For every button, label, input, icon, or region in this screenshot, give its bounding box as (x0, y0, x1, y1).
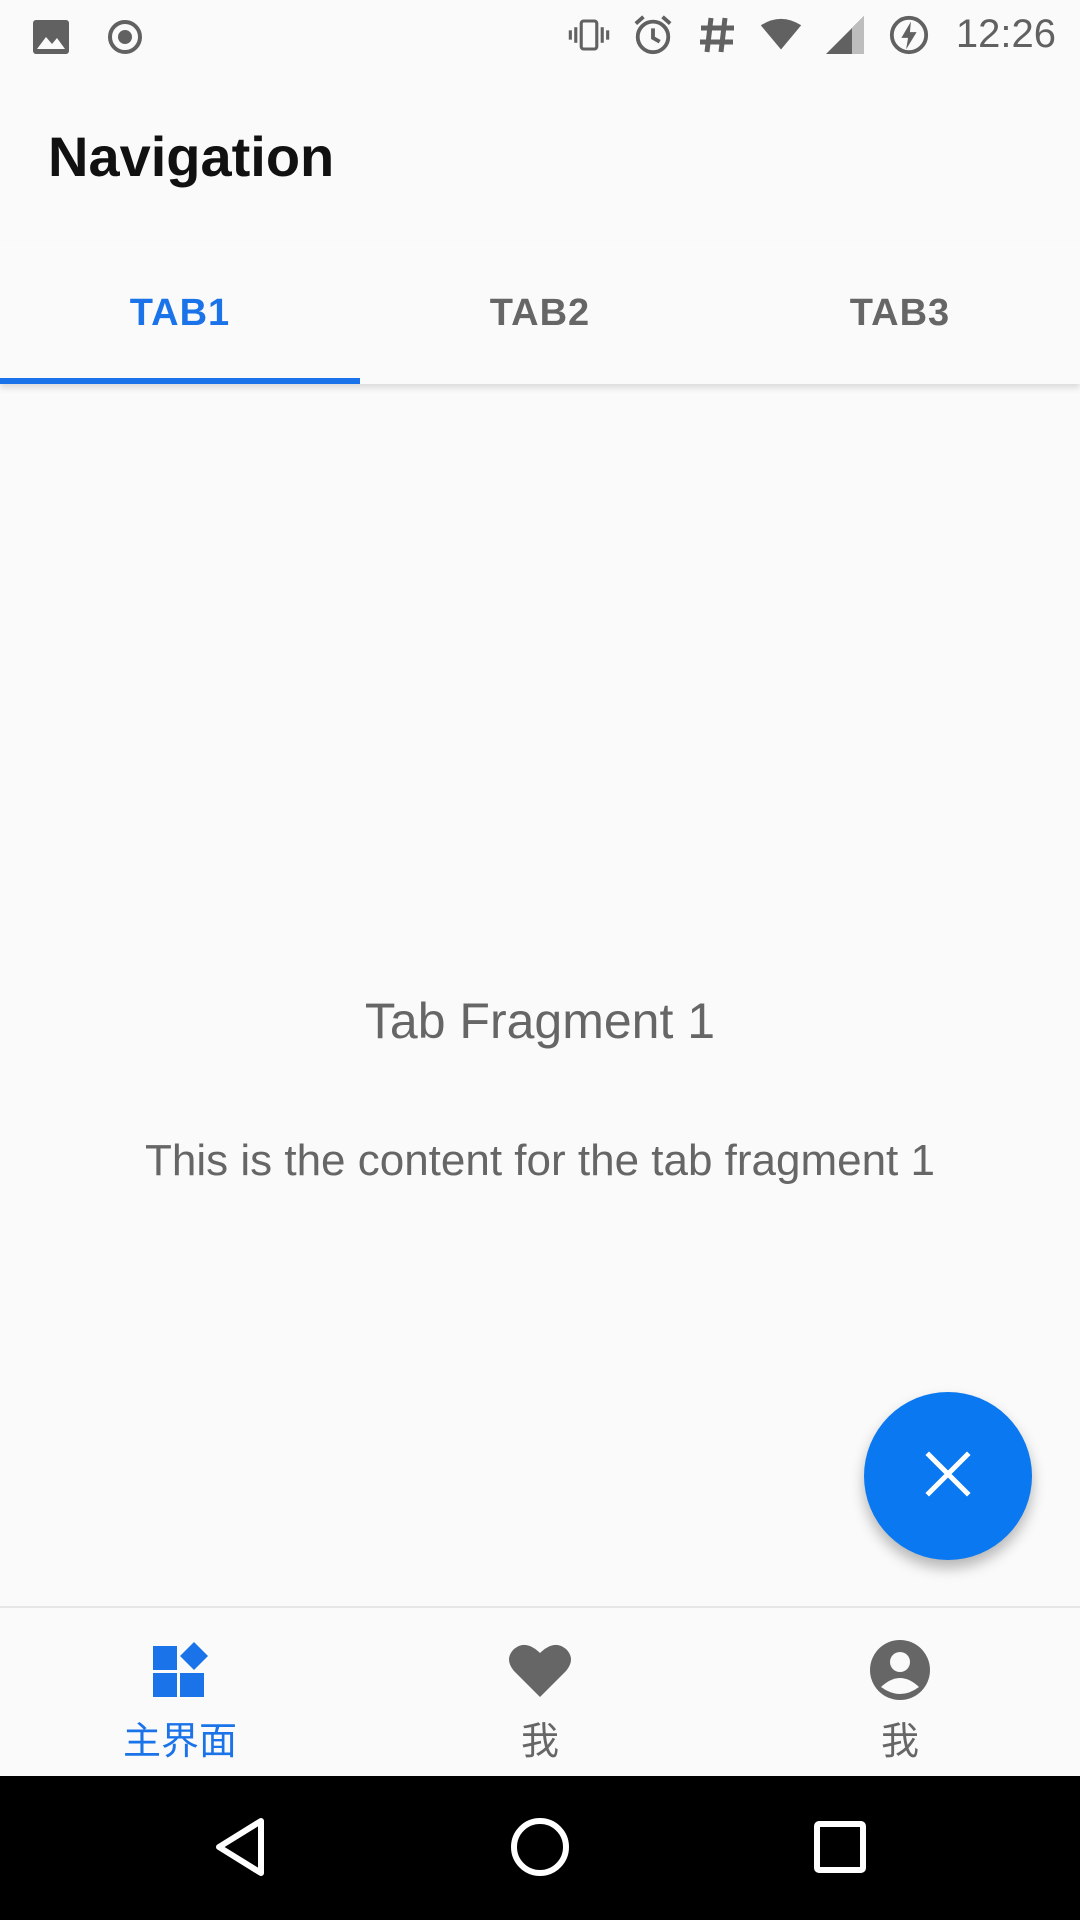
account-circle-icon (868, 1638, 932, 1702)
bottom-navigation: 主界面 我 我 (0, 1606, 1080, 1778)
bottom-nav-label: 我 (520, 1721, 559, 1763)
recents-button[interactable] (805, 1814, 875, 1884)
tab-bar: TAB1 TAB2 TAB3 (0, 242, 1080, 384)
status-time: 12:26 (955, 12, 1056, 56)
dashboard-icon (148, 1638, 212, 1702)
signal-icon (824, 14, 866, 56)
close-icon (923, 1449, 973, 1504)
bottom-nav-item-profile[interactable]: 我 (720, 1608, 1080, 1778)
page-title: Navigation (48, 125, 335, 188)
back-icon (213, 1817, 269, 1882)
vibrate-icon (568, 14, 610, 56)
back-button[interactable] (206, 1814, 276, 1884)
bottom-nav-item-favorites[interactable]: 我 (360, 1608, 720, 1778)
app-bar: Navigation (0, 72, 1080, 242)
alarm-icon (632, 14, 674, 56)
home-circle-icon (509, 1816, 571, 1883)
record-icon (104, 16, 146, 58)
heart-icon (508, 1638, 572, 1702)
tab-indicator (0, 378, 360, 384)
bottom-nav-label: 主界面 (122, 1721, 237, 1763)
hash-icon (696, 14, 738, 56)
system-navigation-bar (0, 1776, 1080, 1920)
tab-label: TAB2 (489, 291, 591, 334)
bottom-nav-item-home[interactable]: 主界面 (0, 1608, 360, 1778)
tab-label: TAB3 (849, 291, 951, 334)
status-bar: 12:26 (0, 0, 1080, 72)
home-button[interactable] (505, 1814, 575, 1884)
wifi-icon (760, 14, 802, 56)
square-icon (813, 1820, 867, 1879)
bottom-nav-label: 我 (880, 1721, 919, 1763)
fragment-body: This is the content for the tab fragment… (145, 1136, 935, 1185)
tab-tab2[interactable]: TAB2 (360, 242, 720, 384)
close-fab-button[interactable] (864, 1392, 1032, 1560)
fragment-title: Tab Fragment 1 (364, 993, 716, 1049)
tab-tab1[interactable]: TAB1 (0, 242, 360, 384)
image-icon (30, 16, 72, 58)
tab-tab3[interactable]: TAB3 (720, 242, 1080, 384)
tab-label: TAB1 (129, 291, 231, 334)
battery-charging-icon (888, 14, 930, 56)
